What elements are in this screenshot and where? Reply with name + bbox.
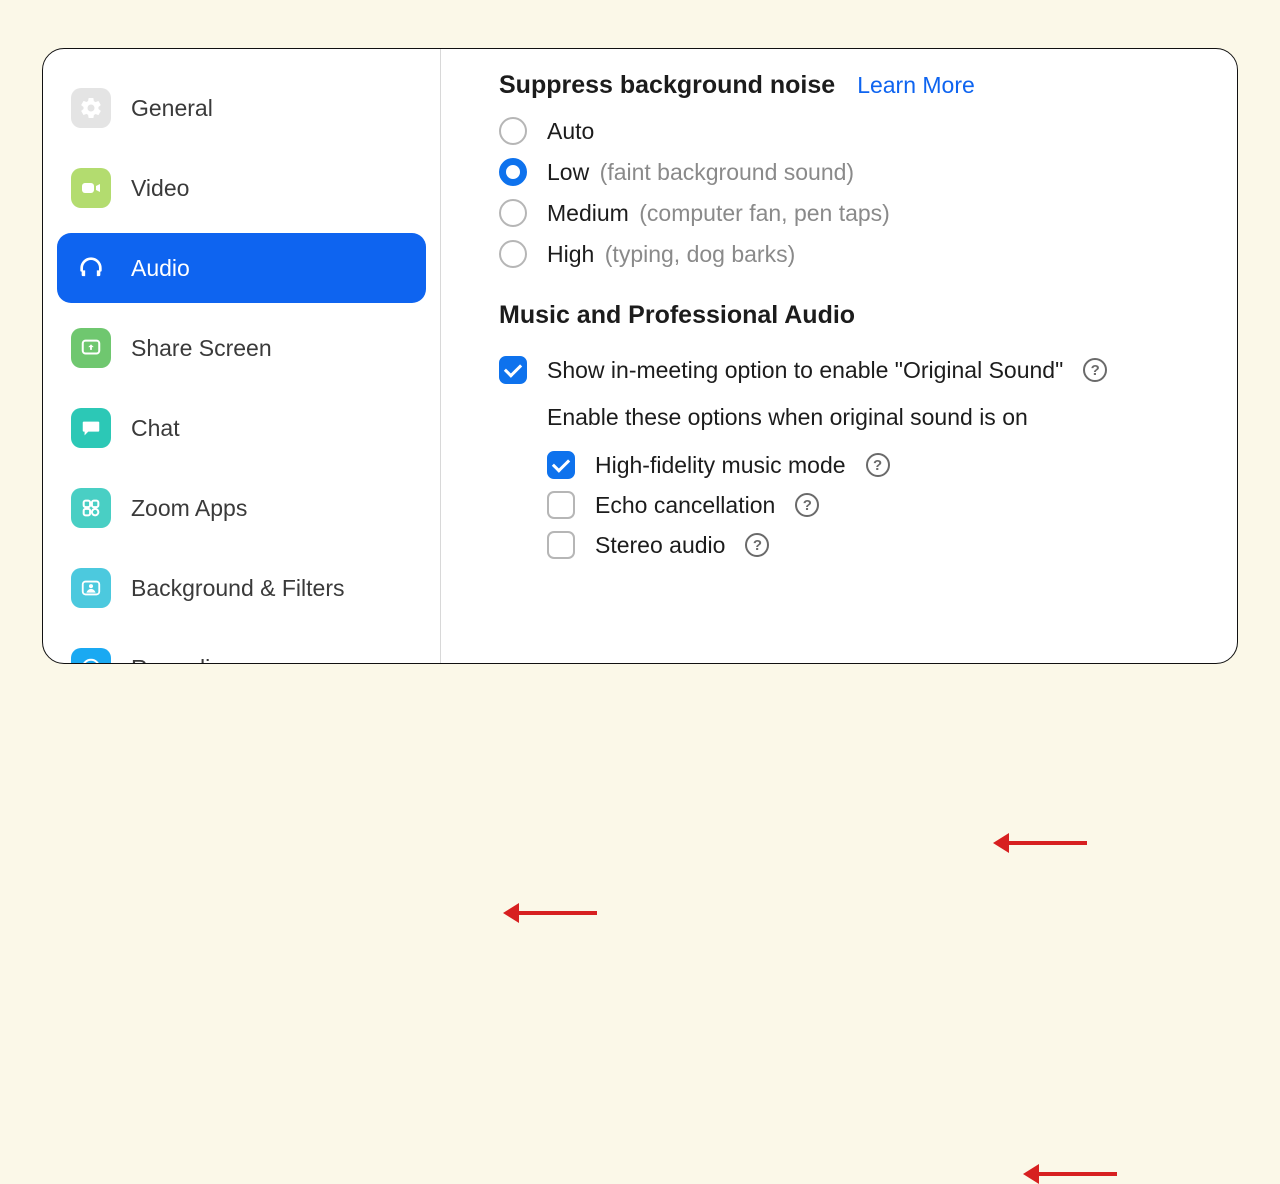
stereo-audio-checkbox-row[interactable]: Stereo audio ?: [547, 525, 1207, 565]
sidebar-item-chat[interactable]: Chat: [57, 393, 426, 463]
sidebar-item-video[interactable]: Video: [57, 153, 426, 223]
sidebar-item-general[interactable]: General: [57, 73, 426, 143]
headphones-icon: [71, 248, 111, 288]
settings-window: General Video Audio Share Screen Chat: [42, 48, 1238, 664]
recording-icon: [71, 648, 111, 664]
checkbox-icon: [547, 451, 575, 479]
radio-icon: [499, 158, 527, 186]
sidebar-item-background-filters[interactable]: Background & Filters: [57, 553, 426, 623]
suppress-option-low[interactable]: Low (faint background sound): [499, 155, 1207, 189]
suppress-noise-header: Suppress background noise Learn More: [499, 71, 1207, 100]
audio-settings-panel: Suppress background noise Learn More Aut…: [441, 49, 1237, 663]
learn-more-link[interactable]: Learn More: [857, 72, 975, 99]
checkbox-icon: [547, 531, 575, 559]
chat-icon: [71, 408, 111, 448]
radio-label: High: [547, 241, 594, 267]
suppress-noise-title: Suppress background noise: [499, 71, 835, 100]
share-screen-icon: [71, 328, 111, 368]
radio-label: Medium: [547, 200, 629, 226]
checkbox-icon: [547, 491, 575, 519]
enable-options-hint: Enable these options when original sound…: [547, 404, 1207, 431]
checkbox-label: Echo cancellation: [595, 492, 775, 519]
sidebar-item-recording[interactable]: Recording: [57, 633, 426, 664]
sidebar-item-audio[interactable]: Audio: [57, 233, 426, 303]
checkbox-icon: [499, 356, 527, 384]
video-icon: [71, 168, 111, 208]
checkbox-label: High-fidelity music mode: [595, 452, 846, 479]
sidebar-item-label: Audio: [131, 255, 190, 282]
radio-icon: [499, 240, 527, 268]
radio-label: Auto: [547, 118, 594, 144]
radio-label: Low: [547, 159, 589, 185]
sidebar-item-share-screen[interactable]: Share Screen: [57, 313, 426, 383]
background-filters-icon: [71, 568, 111, 608]
checkbox-label: Show in-meeting option to enable "Origin…: [547, 357, 1063, 384]
suppress-option-medium[interactable]: Medium (computer fan, pen taps): [499, 196, 1207, 230]
help-icon[interactable]: ?: [1083, 358, 1107, 382]
help-icon[interactable]: ?: [745, 533, 769, 557]
radio-icon: [499, 199, 527, 227]
sidebar-item-label: Zoom Apps: [131, 495, 247, 522]
sidebar-item-label: Share Screen: [131, 335, 272, 362]
music-section-title: Music and Professional Audio: [499, 301, 1207, 330]
apps-icon: [71, 488, 111, 528]
sidebar-item-zoom-apps[interactable]: Zoom Apps: [57, 473, 426, 543]
radio-description: (faint background sound): [600, 159, 854, 185]
suppress-noise-radio-group: Auto Low (faint background sound) Medium…: [499, 114, 1207, 271]
checkbox-label: Stereo audio: [595, 532, 725, 559]
settings-sidebar: General Video Audio Share Screen Chat: [43, 49, 441, 663]
gear-icon: [71, 88, 111, 128]
hifi-music-mode-checkbox-row[interactable]: High-fidelity music mode ?: [547, 445, 1207, 485]
sidebar-item-label: Background & Filters: [131, 575, 344, 602]
sidebar-item-label: Chat: [131, 415, 180, 442]
help-icon[interactable]: ?: [795, 493, 819, 517]
radio-description: (computer fan, pen taps): [639, 200, 890, 226]
show-original-sound-checkbox-row[interactable]: Show in-meeting option to enable "Origin…: [499, 350, 1207, 390]
sidebar-item-label: Video: [131, 175, 189, 202]
radio-description: (typing, dog barks): [605, 241, 795, 267]
suppress-option-high[interactable]: High (typing, dog barks): [499, 237, 1207, 271]
help-icon[interactable]: ?: [866, 453, 890, 477]
sidebar-item-label: General: [131, 95, 213, 122]
echo-cancellation-checkbox-row[interactable]: Echo cancellation ?: [547, 485, 1207, 525]
sidebar-item-label: Recording: [131, 655, 236, 665]
suppress-option-auto[interactable]: Auto: [499, 114, 1207, 148]
radio-icon: [499, 117, 527, 145]
